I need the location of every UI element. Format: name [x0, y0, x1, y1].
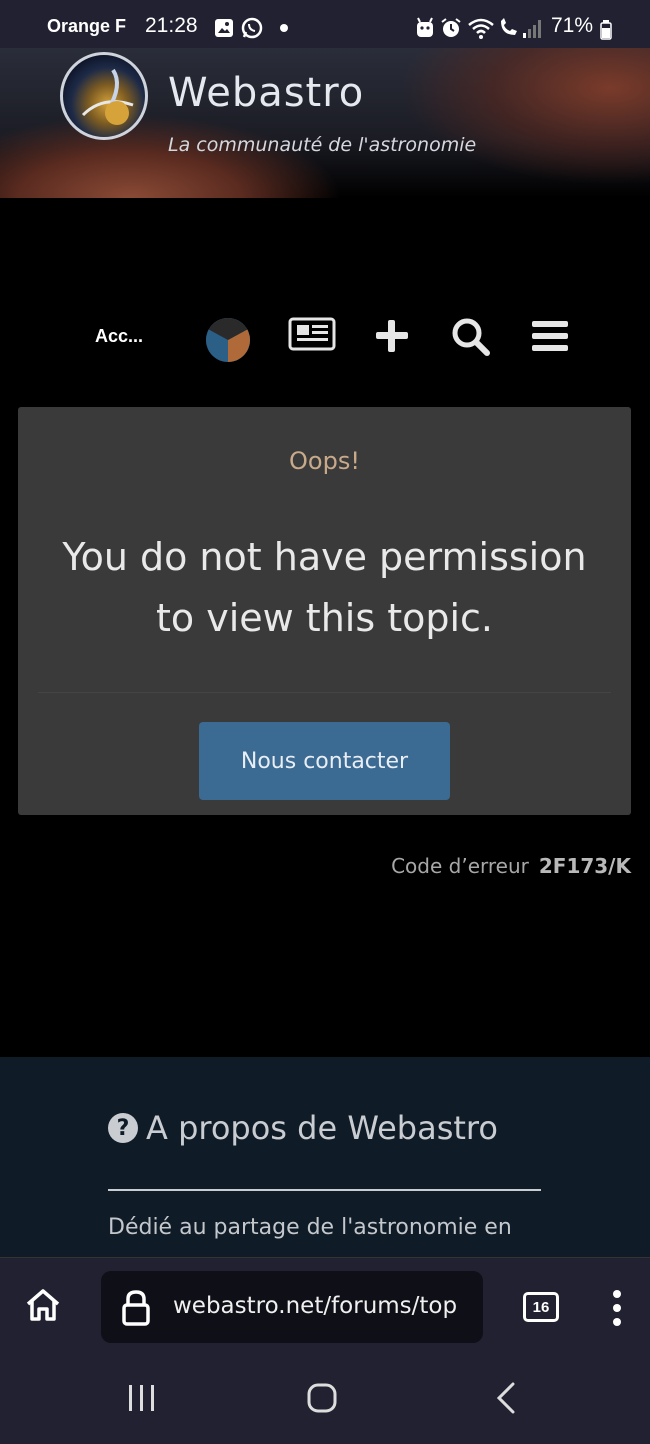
carrier-label: Orange F — [47, 16, 127, 36]
hamburger-menu-icon[interactable] — [530, 316, 580, 356]
more-options-icon[interactable] — [610, 1288, 624, 1332]
tab-switcher-button[interactable]: 16 — [523, 1292, 559, 1322]
android-icon — [414, 16, 436, 40]
user-avatar[interactable] — [206, 318, 250, 362]
footer-divider — [108, 1189, 541, 1191]
gallery-icon — [214, 16, 234, 40]
recent-apps-icon[interactable] — [126, 1383, 158, 1417]
wifi-calling-icon — [497, 16, 521, 40]
site-tagline: La communauté de l'astronomie — [168, 134, 477, 156]
card-divider — [38, 692, 611, 693]
error-code-label: Code d’erreur — [391, 854, 529, 878]
address-bar[interactable]: webastro.net/forums/top — [101, 1271, 483, 1343]
home-button-icon[interactable] — [306, 1382, 338, 1418]
error-code: Code d’erreur 2F173/K — [391, 854, 631, 878]
error-card: Oops! You do not have permission to view… — [18, 407, 631, 815]
site-banner: Webastro La communauté de l'astronomie — [0, 48, 650, 198]
system-navigation-bar — [0, 1357, 650, 1444]
clock: 21:28 — [145, 14, 198, 37]
signal-icon — [521, 16, 543, 40]
account-menu-link[interactable]: Acc... — [95, 326, 143, 347]
url-text: webastro.net/forums/top — [173, 1293, 458, 1319]
back-icon[interactable] — [494, 1381, 518, 1419]
site-footer: ? A propos de Webastro Dédié au partage … — [0, 1057, 650, 1257]
main-navbar: Acc... — [0, 300, 650, 370]
footer-title-text: A propos de Webastro — [146, 1109, 498, 1147]
error-code-value: 2F173/K — [538, 854, 631, 878]
wifi-icon — [467, 16, 495, 40]
footer-about-title: ? A propos de Webastro — [108, 1109, 498, 1147]
search-icon[interactable] — [450, 316, 500, 356]
browser-toolbar: webastro.net/forums/top 16 — [0, 1257, 650, 1357]
news-icon[interactable] — [288, 316, 338, 356]
notification-dot-icon — [279, 16, 289, 40]
battery-percent: 71% — [551, 14, 594, 37]
logo-emblem-icon — [81, 68, 134, 125]
lock-icon — [121, 1289, 151, 1331]
alarm-icon — [440, 16, 462, 40]
add-icon[interactable] — [372, 316, 422, 356]
question-circle-icon: ? — [108, 1113, 138, 1143]
contact-us-button[interactable]: Nous contacter — [199, 722, 450, 800]
whatsapp-icon — [240, 16, 264, 40]
site-title[interactable]: Webastro — [168, 70, 364, 116]
battery-icon — [600, 18, 612, 42]
error-message: You do not have permission to view this … — [62, 535, 587, 640]
site-logo[interactable] — [60, 52, 148, 140]
error-heading: Oops! — [289, 447, 360, 475]
status-bar: Orange F 21:28 71% — [0, 0, 650, 48]
avatar-icon — [206, 318, 250, 362]
home-icon[interactable] — [24, 1286, 62, 1328]
footer-description: Dédié au partage de l'astronomie en — [108, 1215, 512, 1240]
